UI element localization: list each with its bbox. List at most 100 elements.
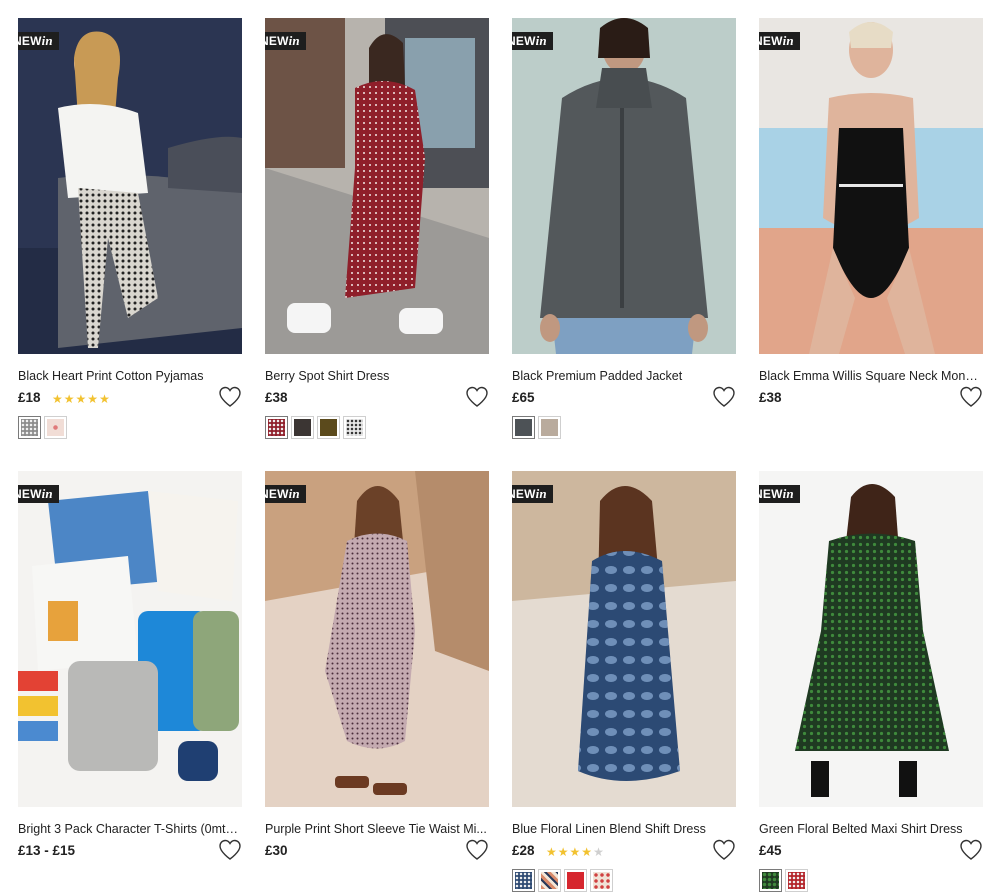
swatch-fill (593, 872, 610, 889)
swatch-fill (268, 419, 285, 436)
heart-icon[interactable] (218, 839, 242, 861)
product-title[interactable]: Black Premium Padded Jacket (512, 368, 736, 384)
price-row: £38 (265, 386, 489, 414)
new-in-badge: NEWin (512, 32, 553, 50)
product-card[interactable]: NEWin Black Emma Willis Square Neck Mono… (759, 18, 983, 414)
star-icon: ★ (546, 845, 558, 859)
color-swatch[interactable] (265, 416, 288, 439)
heart-icon[interactable] (959, 386, 983, 408)
swatch-fill (788, 872, 805, 889)
color-swatch[interactable] (538, 416, 561, 439)
product-title[interactable]: Berry Spot Shirt Dress (265, 368, 489, 384)
star-icon: ★ (557, 845, 570, 859)
product-price: £38 (759, 390, 782, 405)
price-row: £18 ★★★★★ (18, 386, 242, 414)
star-icon: ★ (63, 392, 76, 406)
star-icon: ★ (569, 845, 582, 859)
color-swatch[interactable] (512, 416, 535, 439)
new-in-badge: NEWin (265, 485, 306, 503)
product-image[interactable]: NEWin (18, 471, 242, 807)
star-rating: ★★★★★ (546, 845, 605, 859)
product-grid: NEWin Black Heart Print Cotton Pyjamas £1… (0, 0, 996, 896)
color-swatch[interactable] (512, 869, 535, 892)
price-row: £38 (759, 386, 983, 414)
color-swatches (18, 416, 242, 439)
swatch-fill (515, 872, 532, 889)
swatch-fill (47, 419, 64, 436)
color-swatch[interactable] (44, 416, 67, 439)
swatch-fill (762, 872, 779, 889)
color-swatch[interactable] (564, 869, 587, 892)
product-image[interactable]: NEWin (512, 18, 736, 354)
product-image[interactable]: NEWin (759, 18, 983, 354)
product-price: £18 (18, 390, 41, 405)
color-swatch[interactable] (291, 416, 314, 439)
color-swatch[interactable] (343, 416, 366, 439)
product-card[interactable]: NEWin Black Premium Padded Jacket £65 (512, 18, 736, 439)
swatch-fill (541, 419, 558, 436)
product-image[interactable]: NEWin (265, 471, 489, 807)
swatch-fill (294, 419, 311, 436)
product-title[interactable]: Blue Floral Linen Blend Shift Dress (512, 821, 736, 837)
product-image[interactable]: NEWin (512, 471, 736, 807)
product-price: £13 - £15 (18, 843, 76, 858)
product-card[interactable]: NEWin Bright 3 Pack Character T-Shirts (… (18, 471, 242, 867)
star-icon: ★ (99, 392, 111, 406)
color-swatch[interactable] (317, 416, 340, 439)
new-in-badge: NEWin (759, 32, 800, 50)
swatch-fill (515, 419, 532, 436)
star-icon: ★ (581, 845, 594, 859)
product-card[interactable]: NEWin Berry Spot Shirt Dress £38 (265, 18, 489, 439)
new-in-badge: NEWin (18, 485, 59, 503)
product-price: £28 (512, 843, 535, 858)
heart-icon[interactable] (959, 839, 983, 861)
swatch-fill (21, 419, 38, 436)
product-card[interactable]: NEWin Black Heart Print Cotton Pyjamas £1… (18, 18, 242, 439)
product-title[interactable]: Black Emma Willis Square Neck Mono ... (759, 368, 983, 384)
color-swatches (512, 416, 736, 439)
product-price: £45 (759, 843, 782, 858)
product-card[interactable]: NEWin Green Floral Belted Maxi Shirt Dre… (759, 471, 983, 892)
product-price: £38 (265, 390, 288, 405)
heart-icon[interactable] (465, 839, 489, 861)
price-row: £13 - £15 (18, 839, 242, 867)
new-in-badge: NEWin (265, 32, 306, 50)
swatch-fill (320, 419, 337, 436)
product-title[interactable]: Black Heart Print Cotton Pyjamas (18, 368, 242, 384)
heart-icon[interactable] (712, 386, 736, 408)
new-in-badge: NEWin (18, 32, 59, 50)
color-swatch[interactable] (18, 416, 41, 439)
color-swatches (512, 869, 736, 892)
star-icon: ★ (52, 392, 64, 406)
product-image[interactable]: NEWin (265, 18, 489, 354)
new-in-badge: NEWin (512, 485, 553, 503)
product-image[interactable]: NEWin (759, 471, 983, 807)
product-card[interactable]: NEWin Purple Print Short Sleeve Tie Wais… (265, 471, 489, 867)
product-image[interactable]: NEWin (18, 18, 242, 354)
color-swatch[interactable] (538, 869, 561, 892)
star-rating: ★★★★★ (52, 392, 111, 406)
product-price: £30 (265, 843, 288, 858)
product-price: £65 (512, 390, 535, 405)
star-icon: ★ (87, 392, 100, 406)
product-title[interactable]: Purple Print Short Sleeve Tie Waist Mi..… (265, 821, 489, 837)
price-row: £28 ★★★★★ (512, 839, 736, 867)
heart-icon[interactable] (218, 386, 242, 408)
heart-icon[interactable] (465, 386, 489, 408)
swatch-fill (541, 872, 558, 889)
color-swatch[interactable] (785, 869, 808, 892)
product-title[interactable]: Bright 3 Pack Character T-Shirts (0mth..… (18, 821, 242, 837)
price-row: £45 (759, 839, 983, 867)
color-swatch[interactable] (759, 869, 782, 892)
heart-icon[interactable] (712, 839, 736, 861)
price-row: £65 (512, 386, 736, 414)
swatch-fill (346, 419, 363, 436)
product-card[interactable]: NEWin Blue Floral Linen Blend Shift Dres… (512, 471, 736, 892)
color-swatch[interactable] (590, 869, 613, 892)
product-title[interactable]: Green Floral Belted Maxi Shirt Dress (759, 821, 983, 837)
new-in-badge: NEWin (759, 485, 800, 503)
star-icon: ★ (593, 845, 605, 859)
price-row: £30 (265, 839, 489, 867)
color-swatches (759, 869, 983, 892)
swatch-fill (567, 872, 584, 889)
